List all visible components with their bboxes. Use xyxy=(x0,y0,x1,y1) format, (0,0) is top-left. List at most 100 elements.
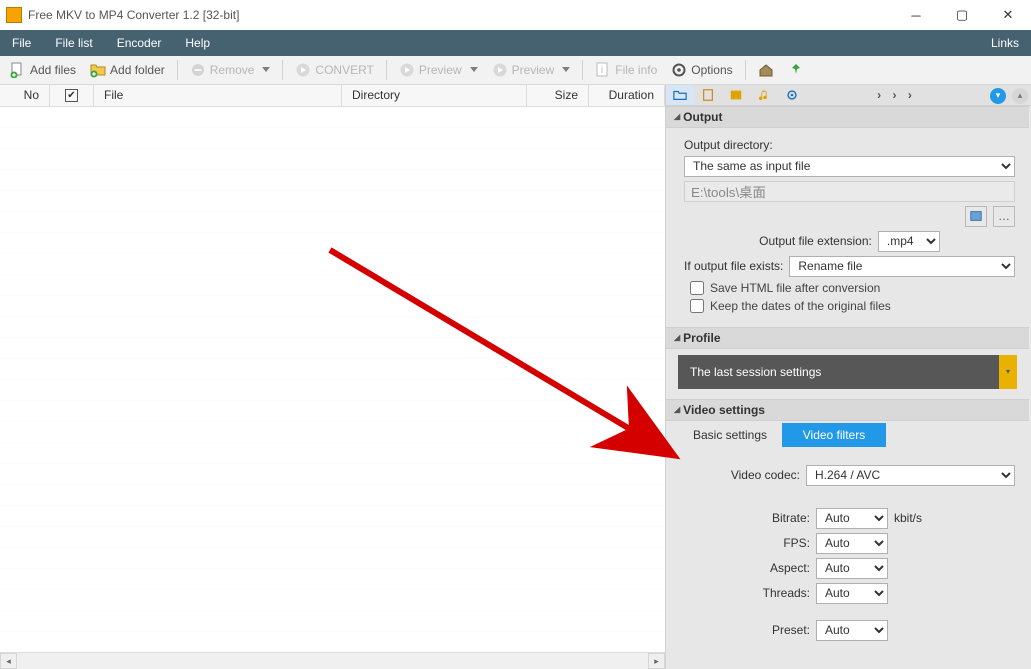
preset-select[interactable]: Auto xyxy=(816,620,888,641)
scroll-up-circle[interactable]: ▴ xyxy=(1012,88,1028,104)
preview-label-1: Preview xyxy=(419,63,462,77)
profile-dropdown-button[interactable]: ▾ xyxy=(999,355,1017,389)
sidetab-output[interactable] xyxy=(666,85,694,105)
profile-main-button[interactable]: The last session settings xyxy=(678,355,999,389)
profile-header[interactable]: Profile xyxy=(666,327,1029,349)
convert-label: CONVERT xyxy=(315,63,373,77)
save-html-label: Save HTML file after conversion xyxy=(710,281,880,295)
play-icon xyxy=(295,62,311,78)
sidetab-settings[interactable] xyxy=(778,85,806,105)
main-area: No File Directory Size Duration ◂ ▸ xyxy=(0,85,1031,669)
save-html-checkbox[interactable] xyxy=(690,281,704,295)
pin-button[interactable] xyxy=(782,59,810,81)
info-icon: i xyxy=(595,62,611,78)
menubar: File File list Encoder Help Links xyxy=(0,30,1031,56)
play-icon xyxy=(492,62,508,78)
output-exists-select[interactable]: Rename file xyxy=(789,256,1015,277)
preview-button-2[interactable]: Preview xyxy=(486,59,577,81)
fps-label: FPS: xyxy=(746,536,810,550)
preset-label: Preset: xyxy=(746,623,810,637)
bitrate-label: Bitrate: xyxy=(746,511,810,525)
settings-scroll-area[interactable]: Output Output directory: The same as inp… xyxy=(666,106,1031,669)
aspect-select[interactable]: Auto xyxy=(816,558,888,579)
chevron-down-icon xyxy=(262,67,270,72)
scroll-right-button[interactable]: ▸ xyxy=(648,653,665,669)
output-dir-label: Output directory: xyxy=(684,138,773,152)
close-button[interactable]: ✕ xyxy=(985,0,1031,30)
profile-selector: The last session settings ▾ xyxy=(678,355,1017,389)
file-table-header: No File Directory Size Duration xyxy=(0,85,665,107)
fps-select[interactable]: Auto xyxy=(816,533,888,554)
output-path-input[interactable] xyxy=(684,181,1015,202)
film-icon xyxy=(729,88,743,102)
options-button[interactable]: Options xyxy=(665,59,738,81)
titlebar: Free MKV to MP4 Converter 1.2 [32-bit] ─… xyxy=(0,0,1031,30)
sidetab-audio[interactable] xyxy=(750,85,778,105)
menu-encoder[interactable]: Encoder xyxy=(105,30,174,56)
preview-button-1[interactable]: Preview xyxy=(393,59,484,81)
toolbar: Add files Add folder Remove CONVERT Prev… xyxy=(0,56,1031,85)
menu-file-list[interactable]: File list xyxy=(43,30,104,56)
scroll-left-button[interactable]: ◂ xyxy=(0,653,17,669)
output-ext-label: Output file extension: xyxy=(759,234,872,248)
keep-dates-checkbox[interactable] xyxy=(690,299,704,313)
column-duration[interactable]: Duration xyxy=(589,85,665,106)
pin-icon xyxy=(788,62,804,78)
video-header[interactable]: Video settings xyxy=(666,399,1029,421)
scroll-down-circle[interactable]: ▾ xyxy=(990,88,1006,104)
output-section: Output directory: The same as input file… xyxy=(666,128,1029,327)
convert-button[interactable]: CONVERT xyxy=(289,59,379,81)
menu-links[interactable]: Links xyxy=(979,30,1031,56)
threads-label: Threads: xyxy=(746,586,810,600)
gear-icon xyxy=(671,62,687,78)
menu-file[interactable]: File xyxy=(0,30,43,56)
add-file-icon xyxy=(10,62,26,78)
column-file[interactable]: File xyxy=(94,85,342,106)
column-check[interactable] xyxy=(50,85,94,106)
settings-pane: › › › ▾ ▴ Output Output directory: The s… xyxy=(666,85,1031,669)
remove-icon xyxy=(190,62,206,78)
svg-text:i: i xyxy=(601,65,603,76)
tab-basic-settings[interactable]: Basic settings xyxy=(678,423,782,447)
column-no[interactable]: No xyxy=(0,85,50,106)
add-folder-icon xyxy=(90,62,106,78)
video-section: Video codec: H.264 / AVC Bitrate: Auto k… xyxy=(666,447,1029,669)
window-title: Free MKV to MP4 Converter 1.2 [32-bit] xyxy=(28,8,893,22)
home-button[interactable] xyxy=(752,59,780,81)
video-codec-select[interactable]: H.264 / AVC xyxy=(806,465,1015,486)
file-table-body[interactable] xyxy=(0,107,665,652)
app-icon xyxy=(6,7,22,23)
open-folder-button[interactable] xyxy=(965,206,987,227)
bitrate-select[interactable]: Auto xyxy=(816,508,888,529)
side-tab-bar: › › › ▾ ▴ xyxy=(666,85,1031,106)
add-files-button[interactable]: Add files xyxy=(4,59,82,81)
file-list-pane: No File Directory Size Duration ◂ ▸ xyxy=(0,85,666,669)
sidetab-more[interactable]: › › › xyxy=(863,85,930,105)
aspect-label: Aspect: xyxy=(746,561,810,575)
output-dir-select[interactable]: The same as input file xyxy=(684,156,1015,177)
add-folder-button[interactable]: Add folder xyxy=(84,59,171,81)
output-header[interactable]: Output xyxy=(666,106,1029,128)
tab-video-filters[interactable]: Video filters xyxy=(782,423,886,447)
add-folder-label: Add folder xyxy=(110,63,165,77)
file-info-button[interactable]: i File info xyxy=(589,59,663,81)
column-directory[interactable]: Directory xyxy=(342,85,527,106)
remove-button[interactable]: Remove xyxy=(184,59,277,81)
open-folder-icon xyxy=(969,209,983,223)
horizontal-scrollbar[interactable]: ◂ ▸ xyxy=(0,652,665,669)
maximize-button[interactable]: ▢ xyxy=(939,0,985,30)
bitrate-unit: kbit/s xyxy=(894,511,922,525)
browse-folder-button[interactable]: … xyxy=(993,206,1015,227)
output-ext-select[interactable]: .mp4 xyxy=(878,231,940,252)
remove-label: Remove xyxy=(210,63,255,77)
document-icon xyxy=(701,88,715,102)
play-icon xyxy=(399,62,415,78)
sidetab-list[interactable] xyxy=(694,85,722,105)
sidetab-video[interactable] xyxy=(722,85,750,105)
column-size[interactable]: Size xyxy=(527,85,589,106)
minimize-button[interactable]: ─ xyxy=(893,0,939,30)
gear-icon xyxy=(785,88,799,102)
chevron-down-icon xyxy=(562,67,570,72)
threads-select[interactable]: Auto xyxy=(816,583,888,604)
menu-help[interactable]: Help xyxy=(173,30,222,56)
